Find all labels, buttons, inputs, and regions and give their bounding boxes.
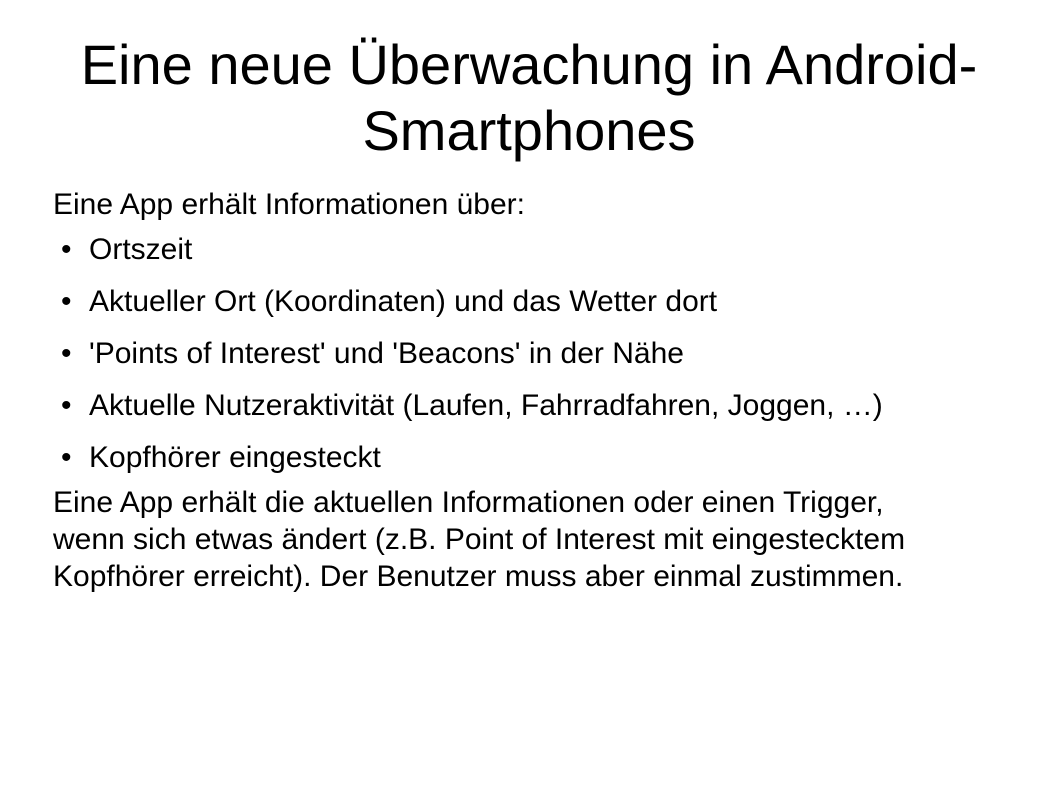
slide-title-line-1: Eine neue Überwachung in Android- [80, 33, 978, 96]
outro-line-3: Kopfhörer erreicht). Der Benutzer muss a… [53, 560, 904, 593]
intro-text: Eine App erhält Informationen über: [53, 188, 525, 221]
bullet-text: 'Points of Interest' und 'Beacons' in de… [89, 337, 684, 370]
bullet-item: • Aktuelle Nutzeraktivität (Laufen, Fahr… [53, 387, 1033, 425]
bullet-icon: • [61, 441, 72, 474]
outro-line-1: Eine App erhält die aktuellen Informatio… [53, 486, 884, 519]
bullet-text: Aktuelle Nutzeraktivität (Laufen, Fahrra… [89, 389, 883, 422]
bullet-icon: • [61, 389, 72, 422]
bullet-text: Kopfhörer eingesteckt [89, 441, 381, 474]
slide-title-line-2: Smartphones [362, 99, 696, 162]
bullet-item: • Ortszeit [53, 231, 1033, 269]
bullet-icon: • [61, 337, 72, 370]
slide-title: Eine neue Überwachung in Android- Smartp… [40, 32, 1018, 164]
slide-content: Eine App erhält Informationen über: • Or… [53, 186, 1033, 602]
bullet-text: Aktueller Ort (Koordinaten) und das Wett… [89, 285, 718, 318]
bullet-icon: • [61, 233, 72, 266]
bullet-icon: • [61, 285, 72, 318]
bullet-item: • Kopfhörer eingesteckt [53, 439, 1033, 477]
outro-line-2: wenn sich etwas ändert (z.B. Point of In… [53, 523, 906, 556]
bullet-text: Ortszeit [89, 233, 193, 266]
bullet-list: • Ortszeit • Aktueller Ort (Koordinaten)… [53, 231, 1033, 477]
bullet-item: • 'Points of Interest' und 'Beacons' in … [53, 335, 1033, 373]
slide: Eine neue Überwachung in Android- Smartp… [0, 0, 1058, 794]
outro-text: Eine App erhält die aktuellen Informatio… [53, 484, 1033, 595]
bullet-item: • Aktueller Ort (Koordinaten) und das We… [53, 283, 1033, 321]
